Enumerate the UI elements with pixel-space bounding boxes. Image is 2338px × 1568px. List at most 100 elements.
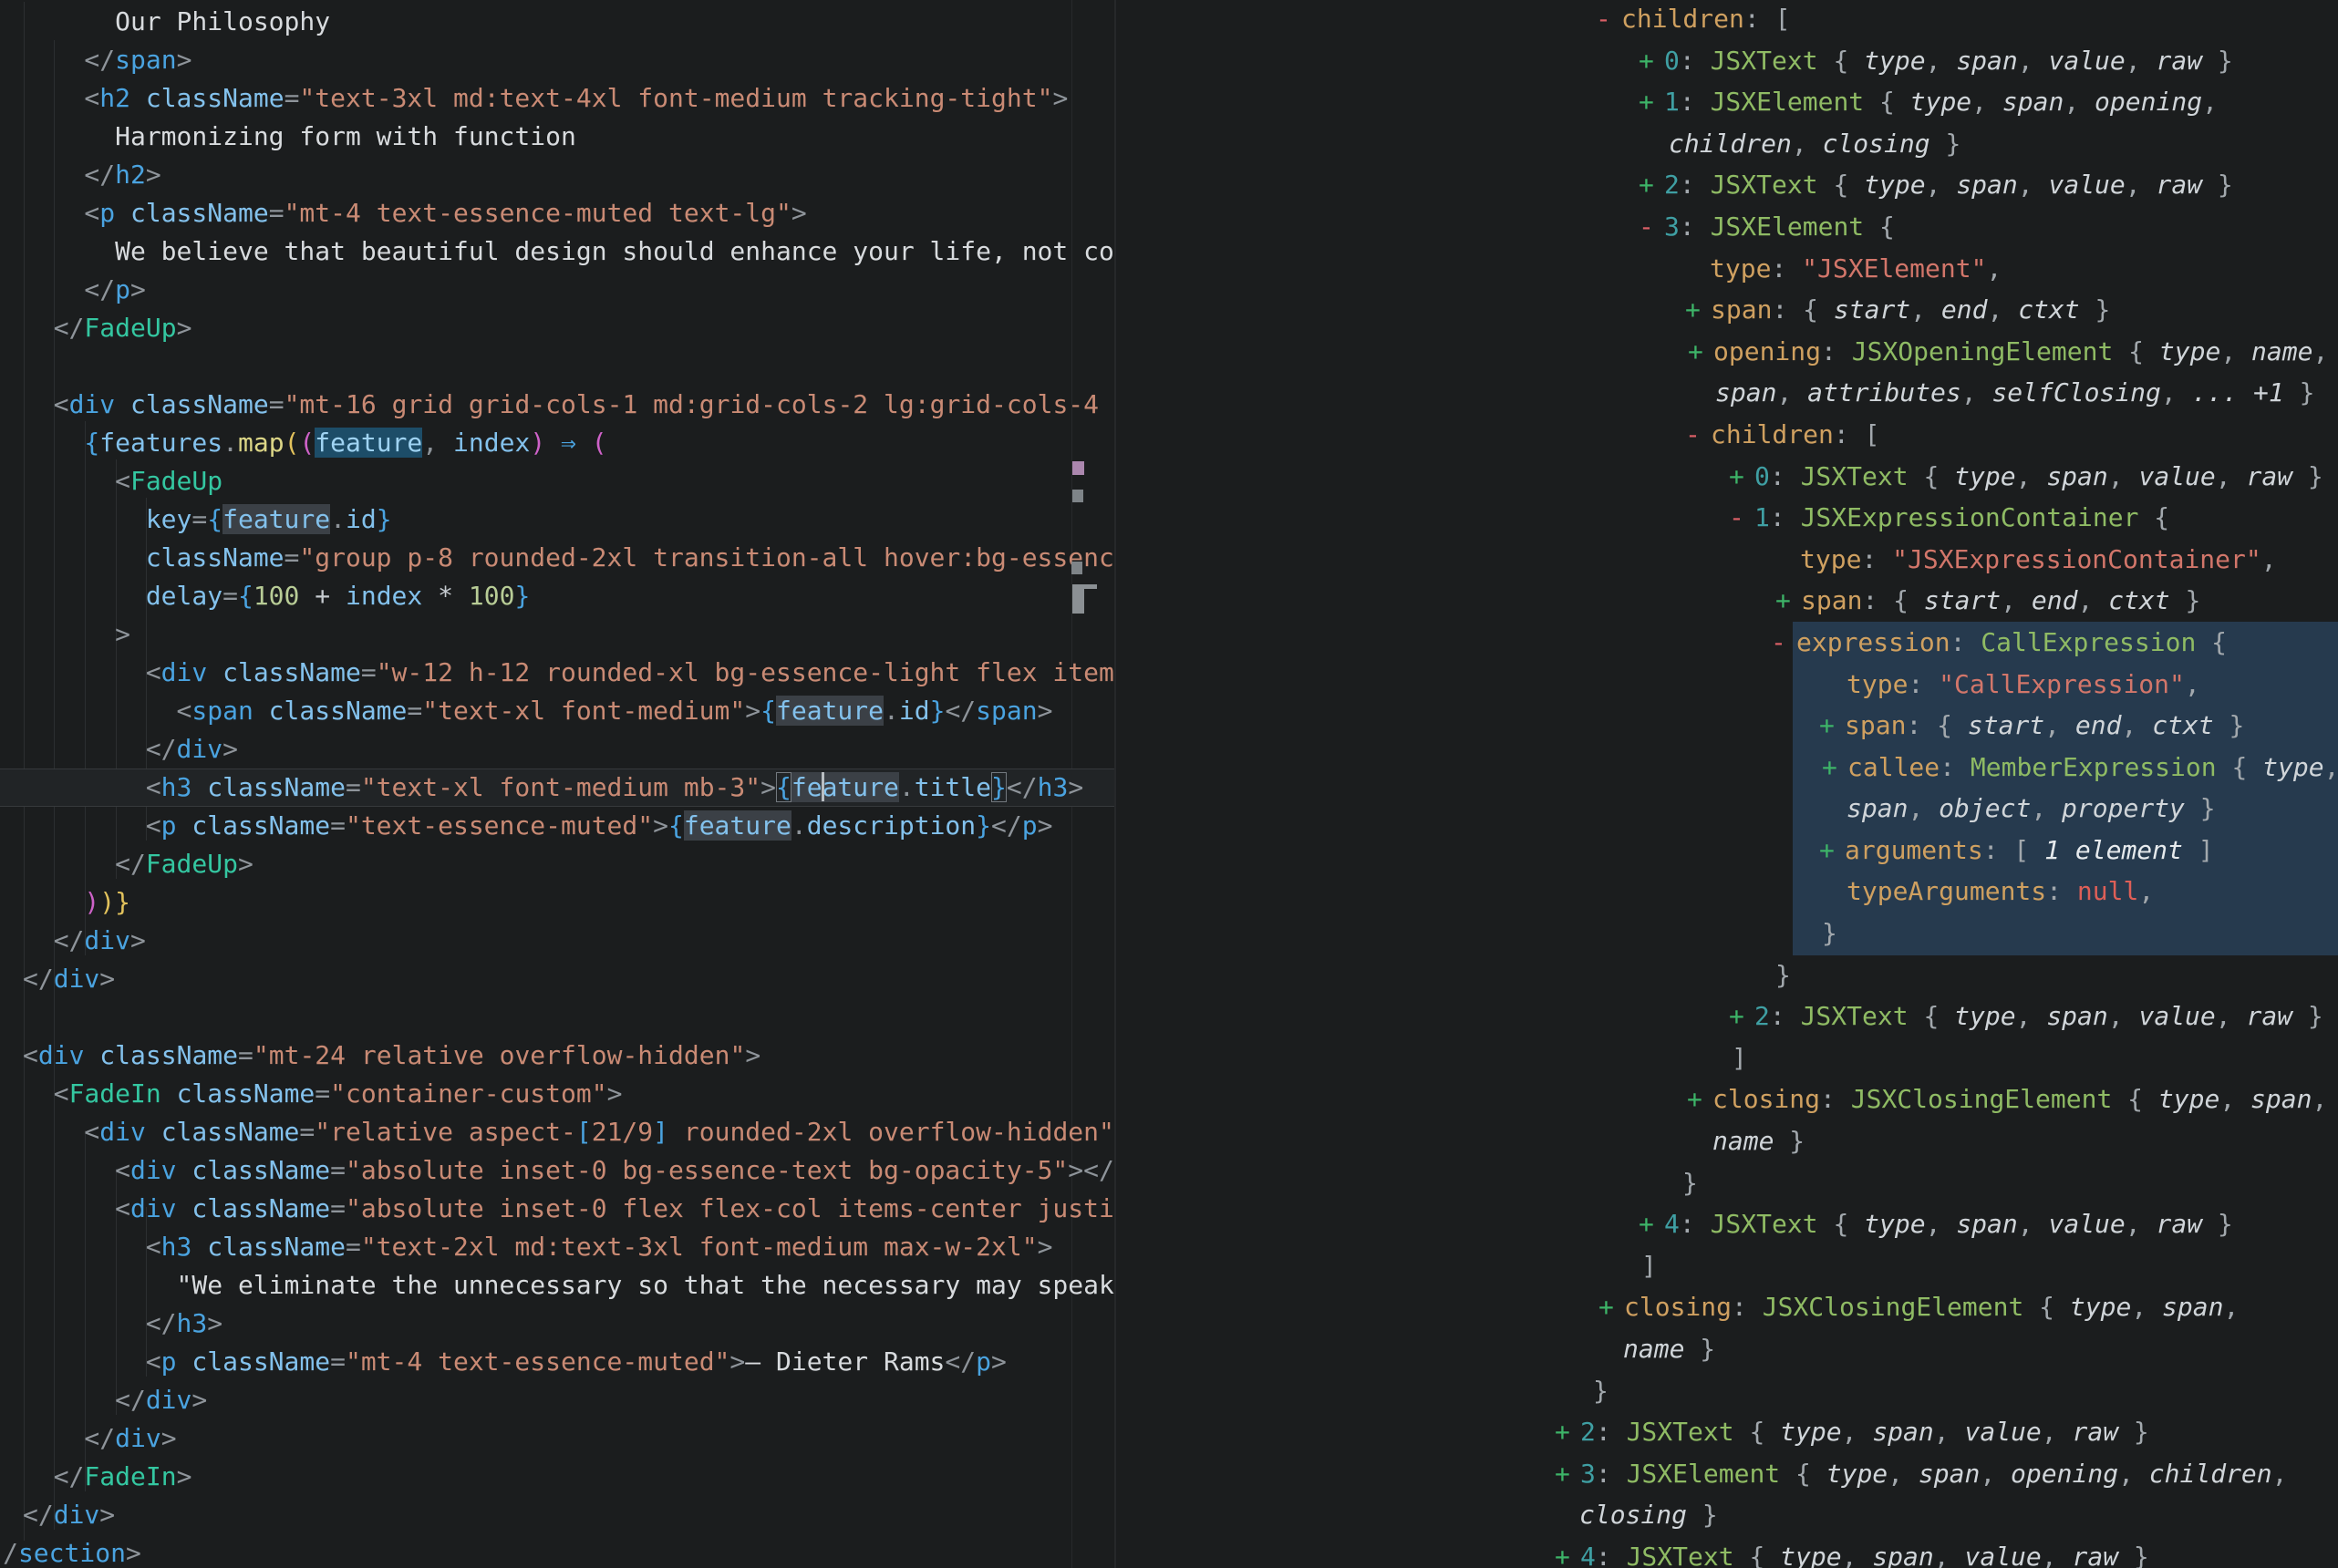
- code-line[interactable]: </FadeUp>: [0, 845, 1114, 883]
- code-line[interactable]: We believe that beautiful design should …: [0, 232, 1114, 271]
- ast-node-line[interactable]: +4: JSXText { type, span, value, raw }: [1116, 1203, 2338, 1245]
- token-prop: type: [1864, 46, 1925, 76]
- ast-node-line[interactable]: +3: JSXElement { type, span, opening, ch…: [1116, 1453, 2338, 1495]
- code-line[interactable]: <p className="text-essence-muted">{featu…: [0, 807, 1114, 845]
- ast-node-line[interactable]: +span: { start, end, ctxt }: [1116, 289, 2338, 331]
- code-content[interactable]: Our Philosophy</span><h2 className="text…: [0, 0, 1114, 1568]
- code-line[interactable]: </div>: [0, 1381, 1114, 1419]
- token-apn: :: [1680, 170, 1711, 200]
- token-pn: >: [99, 1500, 115, 1530]
- ast-tree-pane[interactable]: -children: [+0: JSXText { type, span, va…: [1114, 0, 2338, 1568]
- token-pn: =: [269, 389, 284, 419]
- code-line[interactable]: <p className="mt-4 text-essence-muted te…: [0, 194, 1114, 232]
- ast-node-line[interactable]: +closing: JSXClosingElement { type, span…: [1116, 1078, 2338, 1120]
- code-line[interactable]: </div>: [0, 922, 1114, 960]
- token-tag: h3: [177, 1308, 208, 1338]
- token-apn: :: [1770, 502, 1801, 532]
- ast-node-line[interactable]: +callee: MemberExpression { type,: [1116, 747, 2338, 789]
- token-node: JSXText: [1801, 461, 1909, 491]
- ast-node-line[interactable]: +4: JSXText { type, span, value, raw }: [1116, 1536, 2338, 1568]
- token-prop: ... +1: [2192, 377, 2284, 407]
- token-apn: {: [1734, 1417, 1781, 1447]
- token-attr: className: [115, 198, 269, 228]
- ast-node-line[interactable]: +2: JSXText { type, span, value, raw }: [1116, 995, 2338, 1037]
- ast-node-line[interactable]: -children: [: [1116, 0, 2338, 40]
- ast-node-line[interactable]: -1: JSXExpressionContainer {: [1116, 497, 2338, 539]
- overview-mark: [1072, 461, 1084, 475]
- token-prop: value: [2048, 1209, 2125, 1239]
- token-apn: :: [1940, 752, 1971, 782]
- code-line[interactable]: delay={100 + index * 100}: [0, 577, 1114, 615]
- code-line[interactable]: </div>: [0, 1496, 1114, 1534]
- token-blu: [: [576, 1117, 592, 1147]
- ast-node-line[interactable]: -children: [: [1116, 414, 2338, 456]
- code-line[interactable]: <div className="absolute inset-0 bg-esse…: [0, 1151, 1114, 1190]
- code-line[interactable]: </div>: [0, 1419, 1114, 1458]
- token-arr: ⇒: [561, 428, 576, 458]
- code-line[interactable]: key={feature.id}: [0, 500, 1114, 539]
- code-line[interactable]: </span>: [0, 41, 1114, 79]
- code-line[interactable]: <div className="relative aspect-[21/9] r…: [0, 1113, 1114, 1151]
- code-line[interactable]: Harmonizing form with function: [0, 118, 1114, 156]
- code-line[interactable]: ))}: [0, 883, 1114, 922]
- code-line[interactable]: Our Philosophy: [0, 3, 1114, 41]
- token-prop: span: [1956, 46, 2017, 76]
- code-line[interactable]: <div className="mt-24 relative overflow-…: [0, 1037, 1114, 1075]
- code-line[interactable]: <h2 className="text-3xl md:text-4xl font…: [0, 79, 1114, 118]
- code-line[interactable]: <span className="text-xl font-medium">{f…: [0, 692, 1114, 730]
- code-line[interactable]: </div>: [0, 730, 1114, 769]
- token-cmp: FadeUp: [84, 313, 176, 343]
- code-line[interactable]: <FadeUp: [0, 462, 1114, 500]
- token-pn: .: [222, 428, 238, 458]
- ast-node-line[interactable]: +2: JSXText { type, span, value, raw }: [1116, 1411, 2338, 1453]
- ast-node-line[interactable]: +span: { start, end, ctxt }: [1116, 705, 2338, 747]
- code-line[interactable]: </FadeUp>: [0, 309, 1114, 347]
- code-line[interactable]: <h3 className="text-2xl md:text-3xl font…: [0, 1228, 1114, 1266]
- code-line[interactable]: </FadeIn>: [0, 1458, 1114, 1496]
- ast-node-line[interactable]: +0: JSXText { type, span, value, raw }: [1116, 40, 2338, 82]
- code-line[interactable]: className="group p-8 rounded-2xl transit…: [0, 539, 1114, 577]
- ast-node-line[interactable]: -expression: CallExpression {: [1116, 622, 2338, 664]
- ast-node-line[interactable]: +closing: JSXClosingElement { type, span…: [1116, 1286, 2338, 1328]
- code-line[interactable]: <div className="absolute inset-0 flex fl…: [0, 1190, 1114, 1228]
- token-idx: 2: [1664, 170, 1680, 200]
- token-pn: .: [330, 504, 346, 534]
- code-line[interactable]: <div className="w-12 h-12 rounded-xl bg-…: [0, 654, 1114, 692]
- ast-tree-content[interactable]: -children: [+0: JSXText { type, span, va…: [1116, 0, 2338, 1568]
- code-line[interactable]: <FadeIn className="container-custom">: [0, 1075, 1114, 1113]
- ast-node-line[interactable]: +2: JSXText { type, span, value, raw }: [1116, 164, 2338, 206]
- token-apn: ,: [2018, 170, 2049, 200]
- code-line[interactable]: "We eliminate the unnecessary so that th…: [0, 1266, 1114, 1305]
- token-node: JSXOpeningElement: [1852, 336, 2114, 366]
- token-str: "text-2xl md:text-3xl font-medium max-w-…: [361, 1232, 1038, 1262]
- token-pn: <: [177, 696, 192, 726]
- token-tag: p: [115, 274, 130, 304]
- code-line[interactable]: <div className="mt-16 grid grid-cols-1 m…: [0, 386, 1114, 424]
- code-line[interactable]: </h2>: [0, 156, 1114, 194]
- ast-node-line[interactable]: -3: JSXElement {: [1116, 206, 2338, 248]
- ast-node-line[interactable]: +arguments: [ 1 element ]: [1116, 830, 2338, 872]
- token-prop: type: [1780, 1417, 1841, 1447]
- token-apn: ,: [1971, 87, 2002, 117]
- token-blu: {: [84, 428, 99, 458]
- code-line[interactable]: [0, 998, 1114, 1037]
- token-prop: span: [2162, 1292, 2223, 1322]
- code-line[interactable]: <p className="mt-4 text-essence-muted">—…: [0, 1343, 1114, 1381]
- code-line[interactable]: </p>: [0, 271, 1114, 309]
- ast-node-line[interactable]: +0: JSXText { type, span, value, raw }: [1116, 456, 2338, 498]
- token-hl: ature: [822, 772, 899, 802]
- code-line[interactable]: /section>: [0, 1534, 1114, 1568]
- code-line-current[interactable]: <h3 className="text-xl font-medium mb-3"…: [0, 769, 1114, 807]
- code-editor-pane[interactable]: Our Philosophy</span><h2 className="text…: [0, 0, 1114, 1568]
- code-line[interactable]: </h3>: [0, 1305, 1114, 1343]
- token-var: index: [438, 428, 530, 458]
- code-line[interactable]: [0, 347, 1114, 386]
- ast-node-line[interactable]: +1: JSXElement { type, span, opening,: [1116, 81, 2338, 123]
- ast-line: type: "JSXElement",: [1116, 248, 2338, 290]
- code-line[interactable]: >: [0, 615, 1114, 654]
- code-line[interactable]: </div>: [0, 960, 1114, 998]
- ast-node-line[interactable]: +opening: JSXOpeningElement { type, name…: [1116, 331, 2338, 373]
- code-line[interactable]: {features.map((feature, index) ⇒ (: [0, 424, 1114, 462]
- token-apn: {: [1909, 461, 1955, 491]
- ast-node-line[interactable]: +span: { start, end, ctxt }: [1116, 580, 2338, 622]
